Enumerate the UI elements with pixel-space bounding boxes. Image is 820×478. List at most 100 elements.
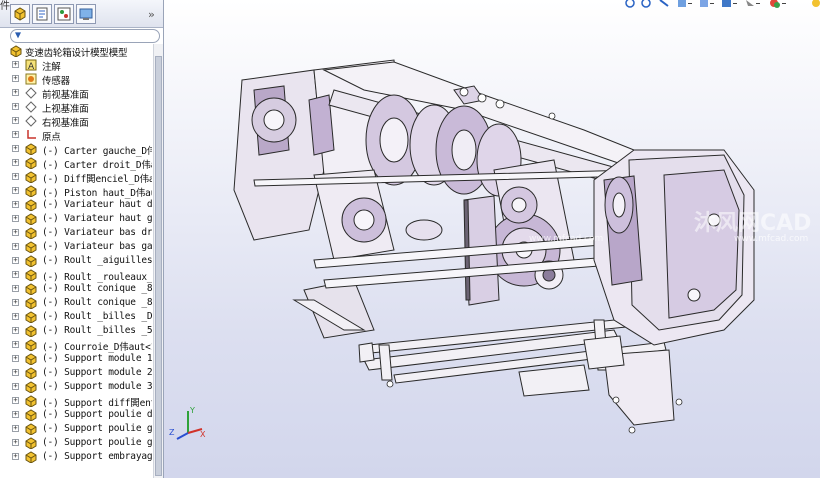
tree-item-label: (-) Courroie_D伟aut<1> <box>42 342 152 353</box>
tree-item-label: (-) Roult _billes _5_DG <box>42 325 152 336</box>
tree-item[interactable]: + (-) Support embrayage d <box>0 450 152 464</box>
expand-icon[interactable]: + <box>12 271 19 278</box>
tree-item[interactable]: + A 注解 <box>0 58 152 73</box>
part-icon <box>25 353 37 366</box>
expand-icon[interactable]: + <box>12 285 19 292</box>
configuration-manager-tab[interactable] <box>54 4 74 24</box>
part-icon <box>25 157 37 170</box>
tree-item[interactable]: + (-) Roult _billes _5_DG <box>0 324 152 338</box>
tree-item-label: (-) Support module 3_DG <box>42 381 152 392</box>
scrollbar-thumb[interactable] <box>155 56 162 476</box>
tree-item[interactable]: + (-) Piston haut_D伟aut< <box>0 184 152 199</box>
expand-icon[interactable]: + <box>12 75 19 82</box>
expand-icon[interactable]: + <box>12 453 19 460</box>
tree-item-label: 上视基准面 <box>42 104 89 115</box>
panel-tab-bar: 件 » <box>0 0 163 28</box>
collapse-chevron-icon[interactable]: » <box>148 8 155 21</box>
expand-icon[interactable]: + <box>12 425 19 432</box>
property-manager-tab[interactable] <box>32 4 52 24</box>
tree-item[interactable]: + (-) Variateur bas gauch <box>0 240 152 254</box>
expand-icon[interactable]: + <box>12 383 19 390</box>
feature-manager-panel: 件 » ▼ 变速齿轮箱设计模型模型 + A 注解 + 传感器 + 前视基准面 + 上视基准面 + 右视… <box>0 0 164 478</box>
expand-icon[interactable]: + <box>12 131 19 138</box>
tree-item[interactable]: + (-) Variateur bas droit <box>0 226 152 240</box>
expand-icon[interactable]: + <box>12 229 19 236</box>
part-icon <box>25 297 37 310</box>
expand-icon[interactable]: + <box>12 103 19 110</box>
tree-item[interactable]: + (-) Roult _aiguilles_DG <box>0 254 152 268</box>
tree-item-label: (-) Piston haut_D伟aut< <box>42 188 152 199</box>
tree-item-label: (-) Variateur haut gauc <box>42 213 152 224</box>
feature-tree-icon <box>14 7 26 21</box>
tree-item-label: (-) Support diff閧entie <box>42 398 152 409</box>
tree-item[interactable]: + (-) Diff閧enciel_D伟aut <box>0 170 152 185</box>
feature-tree-tab[interactable] <box>10 4 30 24</box>
graphics-viewport[interactable]: 沐风网CAD www.mfcad.com www.mfcad.com Y X Z <box>164 0 820 478</box>
tree-item-label: (-) Carter droit_D伟aut <box>42 160 152 171</box>
expand-icon[interactable]: + <box>12 61 19 68</box>
tree-item[interactable]: + (-) Support poulie gauc <box>0 436 152 450</box>
tree-item[interactable]: + 上视基准面 <box>0 100 152 115</box>
tree-item[interactable]: + (-) Support poulie gauc <box>0 422 152 436</box>
expand-icon[interactable]: + <box>12 117 19 124</box>
expand-icon[interactable]: + <box>12 215 19 222</box>
expand-icon[interactable]: + <box>12 411 19 418</box>
tree-item[interactable]: + (-) Variateur haut gauc <box>0 212 152 226</box>
expand-icon[interactable]: + <box>12 313 19 320</box>
axis-triad: Y X Z <box>169 406 206 440</box>
tree-item-label: (-) Roult _aiguilles_DG <box>42 255 152 266</box>
tree-item[interactable]: + (-) Variateur haut droi <box>0 198 152 212</box>
tree-item[interactable]: + (-) Support diff閧entie <box>0 394 152 409</box>
tree-item[interactable]: + (-) Support poulie doit <box>0 408 152 422</box>
configuration-icon <box>57 7 71 21</box>
expand-icon[interactable]: + <box>12 159 19 166</box>
tree-scrollbar[interactable] <box>153 44 163 478</box>
tree-item-label: (-) Variateur haut droi <box>42 199 152 210</box>
expand-icon[interactable]: + <box>12 299 19 306</box>
tree-item[interactable]: + (-) Carter gauche_D伟aut <box>0 142 152 157</box>
expand-icon[interactable]: + <box>12 243 19 250</box>
tree-item[interactable]: + 传感器 <box>0 72 152 87</box>
z-axis-label: Z <box>169 428 175 437</box>
expand-icon[interactable]: + <box>12 145 19 152</box>
expand-icon[interactable]: + <box>12 355 19 362</box>
tree-item-label: (-) Support poulie doit <box>42 409 152 420</box>
expand-icon[interactable]: + <box>12 341 19 348</box>
tree-item[interactable]: + 右视基准面 <box>0 114 152 129</box>
part-icon <box>25 171 37 184</box>
tree-item[interactable]: + (-) Roult _billes _D_DG <box>0 310 152 324</box>
sensor-icon <box>25 73 37 85</box>
tree-filter-input[interactable]: ▼ <box>10 29 160 43</box>
expand-icon[interactable]: + <box>12 369 19 376</box>
part-icon <box>25 311 37 324</box>
part-icon <box>25 143 37 156</box>
part-icon <box>25 367 37 380</box>
origin-icon <box>25 129 37 141</box>
tree-item[interactable]: + 前视基准面 <box>0 86 152 101</box>
display-icon <box>79 8 93 20</box>
expand-icon[interactable]: + <box>12 187 19 194</box>
expand-icon[interactable]: + <box>12 397 19 404</box>
tree-root-assembly[interactable]: 变速齿轮箱设计模型模型 <box>0 44 152 59</box>
part-icon <box>25 409 37 422</box>
tree-item[interactable]: + (-) Roult _rouleaux_D伟 <box>0 268 152 283</box>
tree-item[interactable]: + (-) Carter droit_D伟aut <box>0 156 152 171</box>
x-axis-label: X <box>200 430 206 439</box>
tree-item[interactable]: + (-) Support module 2_DG <box>0 366 152 380</box>
tree-item[interactable]: + (-) Support module 1_DG <box>0 352 152 366</box>
part-icon <box>25 395 37 408</box>
expand-icon[interactable]: + <box>12 257 19 264</box>
tree-item[interactable]: + (-) Courroie_D伟aut<1> <box>0 338 152 353</box>
tree-item-label: (-) Variateur bas gauch <box>42 241 152 252</box>
tree-item[interactable]: + (-) Support module 3_DG <box>0 380 152 394</box>
expand-icon[interactable]: + <box>12 89 19 96</box>
expand-icon[interactable]: + <box>12 439 19 446</box>
expand-icon[interactable]: + <box>12 327 19 334</box>
tree-item[interactable]: + 原点 <box>0 128 152 143</box>
expand-icon[interactable]: + <box>12 201 19 208</box>
tree-item[interactable]: + (-) Roult conique _8_DG <box>0 282 152 296</box>
tree-root-label: 变速齿轮箱设计模型模型 <box>25 48 128 59</box>
expand-icon[interactable]: + <box>12 173 19 180</box>
tree-item[interactable]: + (-) Roult conique _8_DG <box>0 296 152 310</box>
display-manager-tab[interactable] <box>76 4 96 24</box>
